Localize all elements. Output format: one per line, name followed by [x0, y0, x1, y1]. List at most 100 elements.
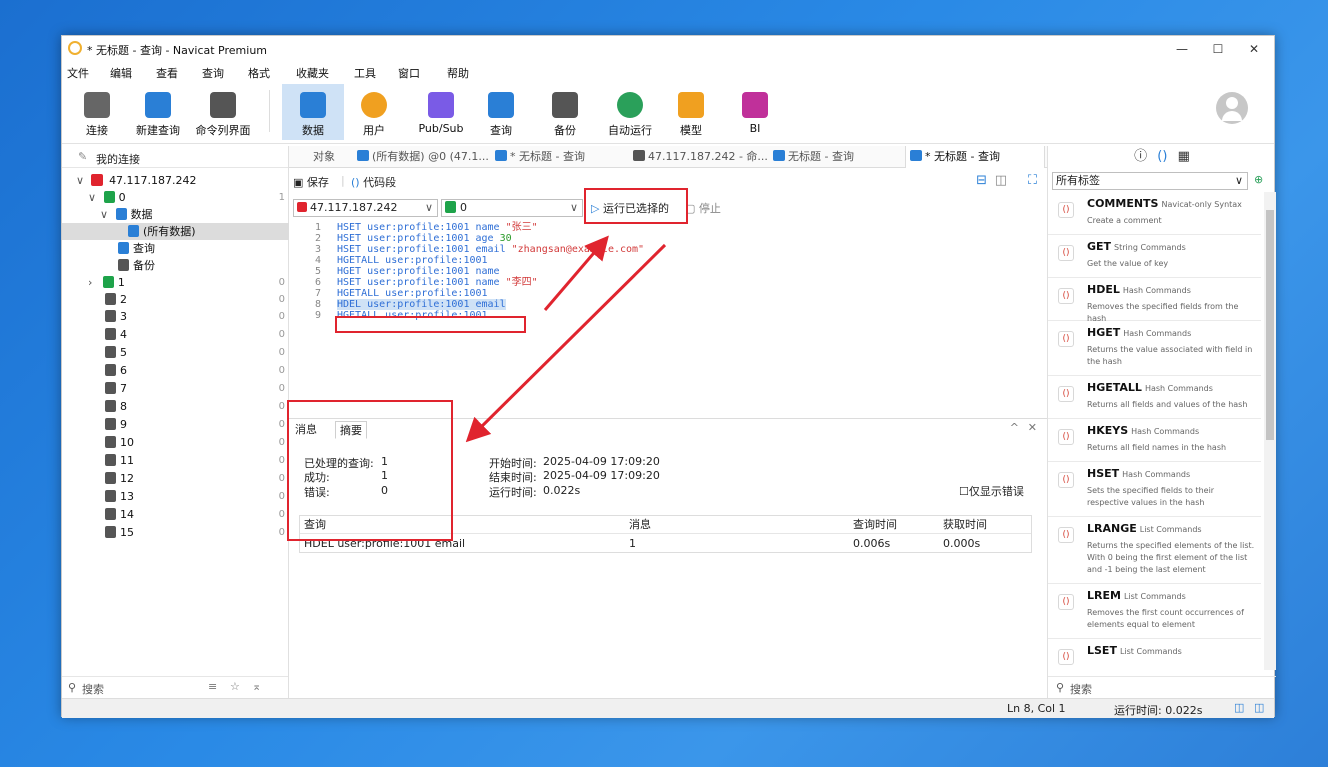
tree-db-15[interactable]: 15 0	[62, 524, 289, 541]
toolbar-connect-button[interactable]: 连接	[70, 84, 124, 140]
code-line: 6 HSET user:profile:1001 name "李四"	[314, 277, 538, 288]
tree-db-3[interactable]: 30	[62, 308, 289, 325]
table-icon	[357, 150, 369, 161]
toolbar-separator	[269, 90, 270, 132]
menu-window[interactable]: 窗口	[398, 65, 420, 81]
tree-query[interactable]: 查询	[62, 240, 289, 257]
tab-untitled-query-active[interactable]: * 无标题 - 查询	[905, 146, 1045, 168]
menu-help[interactable]: 帮助	[447, 65, 469, 81]
toolbar-backup-button[interactable]: 备份	[540, 84, 590, 140]
tree-db-14[interactable]: 14 0	[62, 506, 289, 523]
layout-icon[interactable]: ◫	[1254, 701, 1264, 714]
toolbar-model-button[interactable]: 模型	[666, 84, 716, 140]
sidebar-search-input[interactable]: ⚲ 搜索 ≡ ☆ ⌅	[62, 676, 288, 698]
snippet-button[interactable]: () 代码段	[351, 174, 396, 190]
tree-db-7[interactable]: 70	[62, 380, 289, 397]
snippet-item[interactable]: () HKEYS Hash Commands Returns all field na…	[1048, 419, 1261, 462]
tree-db-6[interactable]: 60	[62, 362, 289, 379]
menu-favorites[interactable]: 收藏夹	[296, 65, 329, 81]
scrollbar-thumb[interactable]	[1266, 210, 1274, 440]
toolbar-console-button[interactable]: 命令列界面	[190, 84, 256, 140]
table-cell[interactable]: 0.000s	[939, 535, 1031, 553]
fullscreen-icon[interactable]: ⛶	[1028, 173, 1037, 188]
snippet-scrollbar[interactable]	[1264, 192, 1276, 670]
column-header[interactable]: 消息	[625, 516, 849, 534]
collapse-panel-icon[interactable]: ^	[1010, 421, 1019, 434]
split-horizontal-icon[interactable]: ⊟	[976, 173, 987, 188]
table-cell[interactable]: 1	[625, 535, 849, 553]
snippet-item[interactable]: () HGET Hash Commands Returns the value ass…	[1048, 321, 1261, 376]
snippet-icon: ()	[1058, 202, 1074, 218]
tree-backup[interactable]: 备份	[62, 257, 289, 274]
minimize-button[interactable]: —	[1170, 40, 1194, 58]
menu-format[interactable]: 格式	[248, 65, 270, 81]
filter-icon[interactable]: ≡	[208, 680, 217, 693]
tree-db-11[interactable]: 11 0	[62, 452, 289, 469]
layout-icon[interactable]: ◫	[1234, 701, 1244, 714]
snippet-item[interactable]: () COMMENTS Navicat-only Syntax Create a co…	[1048, 192, 1261, 235]
snippet-item[interactable]: () HSET Hash Commands Sets the specified fi…	[1048, 462, 1261, 517]
add-snippet-icon[interactable]: ⊕	[1254, 173, 1263, 186]
maximize-button[interactable]: ☐	[1206, 40, 1230, 58]
database-icon	[105, 490, 116, 502]
tree-connection[interactable]: ∨ 47.117.187.242	[62, 172, 289, 189]
stop-button[interactable]: ▢ 停止	[685, 200, 721, 216]
snippet-item[interactable]: () GET String Commands Get the value of key	[1048, 235, 1261, 278]
split-vertical-icon[interactable]: ◫	[995, 173, 1007, 188]
snippet-item[interactable]: () LSET List Commands	[1048, 639, 1261, 669]
star-icon[interactable]: ☆	[230, 680, 240, 693]
table-cell[interactable]: 0.006s	[849, 535, 939, 553]
tab-untitled-query-2[interactable]: 无标题 - 查询	[769, 146, 899, 168]
toolbar-user-button[interactable]: 用户	[348, 84, 400, 140]
collapse-icon[interactable]: ⌅	[252, 680, 261, 693]
column-header[interactable]: 查询时间	[849, 516, 939, 534]
tree-db-5[interactable]: 50	[62, 344, 289, 361]
snippet-item[interactable]: () HDEL Hash Commands Removes the specified…	[1048, 278, 1261, 323]
tree-db-4[interactable]: 40	[62, 326, 289, 343]
tree-db-0[interactable]: ∨ 0 1	[62, 189, 289, 206]
code-icon[interactable]: ()	[1157, 149, 1167, 164]
toolbar-new-query-button[interactable]: 新建查询	[130, 84, 186, 140]
tree-db-2[interactable]: 20	[62, 291, 289, 308]
tag-select[interactable]: 所有标签 ∨	[1052, 172, 1248, 190]
tree-db-8[interactable]: 80	[62, 398, 289, 415]
toolbar-bi-button[interactable]: BI	[730, 84, 780, 140]
tree-db-9[interactable]: 90	[62, 416, 289, 433]
menu-tools[interactable]: 工具	[354, 65, 376, 81]
info-icon[interactable]: ⓘ	[1134, 149, 1147, 164]
tab-untitled-query-1[interactable]: * 无标题 - 查询	[491, 146, 627, 168]
close-button[interactable]: ✕	[1242, 40, 1266, 58]
menu-edit[interactable]: 编辑	[110, 65, 132, 81]
toolbar-query-button[interactable]: 查询	[476, 84, 526, 140]
tab-all-data[interactable]: (所有数据) @0 (47.1...	[353, 146, 495, 168]
save-button[interactable]: ▣ 保存	[293, 174, 329, 190]
toolbar-data-button[interactable]: 数据	[282, 84, 344, 140]
toolbar-pubsub-button[interactable]: Pub/Sub	[412, 84, 470, 140]
tree-db-12[interactable]: 12 0	[62, 470, 289, 487]
toolbar-automation-button[interactable]: 自动运行	[600, 84, 660, 140]
sidebar-title: 我的连接	[96, 153, 140, 166]
tree-db-1[interactable]: › 1 0	[62, 274, 289, 291]
database-icon	[445, 201, 456, 213]
grid-icon[interactable]: ▦	[1178, 149, 1190, 164]
menu-file[interactable]: 文件	[67, 65, 89, 81]
menu-view[interactable]: 查看	[156, 65, 178, 81]
connection-select[interactable]: 47.117.187.242 ∨	[293, 199, 438, 217]
tree-all-data[interactable]: (所有数据)	[62, 223, 289, 240]
tree-db-13[interactable]: 13 0	[62, 488, 289, 505]
menu-query[interactable]: 查询	[202, 65, 224, 81]
tree-db-10[interactable]: 10 0	[62, 434, 289, 451]
tree-data-folder[interactable]: ∨ 数据	[62, 206, 289, 223]
snippet-item[interactable]: () HGETALL Hash Commands Returns all fields…	[1048, 376, 1261, 419]
avatar[interactable]	[1216, 92, 1248, 124]
tab-bar: 对象 (所有数据) @0 (47.1... * 无标题 - 查询 47.117.…	[289, 146, 1047, 168]
column-header[interactable]: 获取时间	[939, 516, 1031, 534]
snippet-item[interactable]: () LREM List Commands Removes the first cou…	[1048, 584, 1261, 639]
database-select[interactable]: 0 ∨	[441, 199, 583, 217]
only-errors-checkbox[interactable]: ☐仅显示错误	[959, 483, 1024, 499]
end-time-label: 结束时间:	[489, 471, 537, 484]
snippet-item[interactable]: () LRANGE List Commands Returns the specifi…	[1048, 517, 1261, 584]
close-panel-icon[interactable]: ✕	[1028, 421, 1037, 434]
snippet-search-input[interactable]: ⚲ 搜索	[1048, 676, 1276, 698]
tab-console[interactable]: 47.117.187.242 - 命...	[629, 146, 769, 168]
